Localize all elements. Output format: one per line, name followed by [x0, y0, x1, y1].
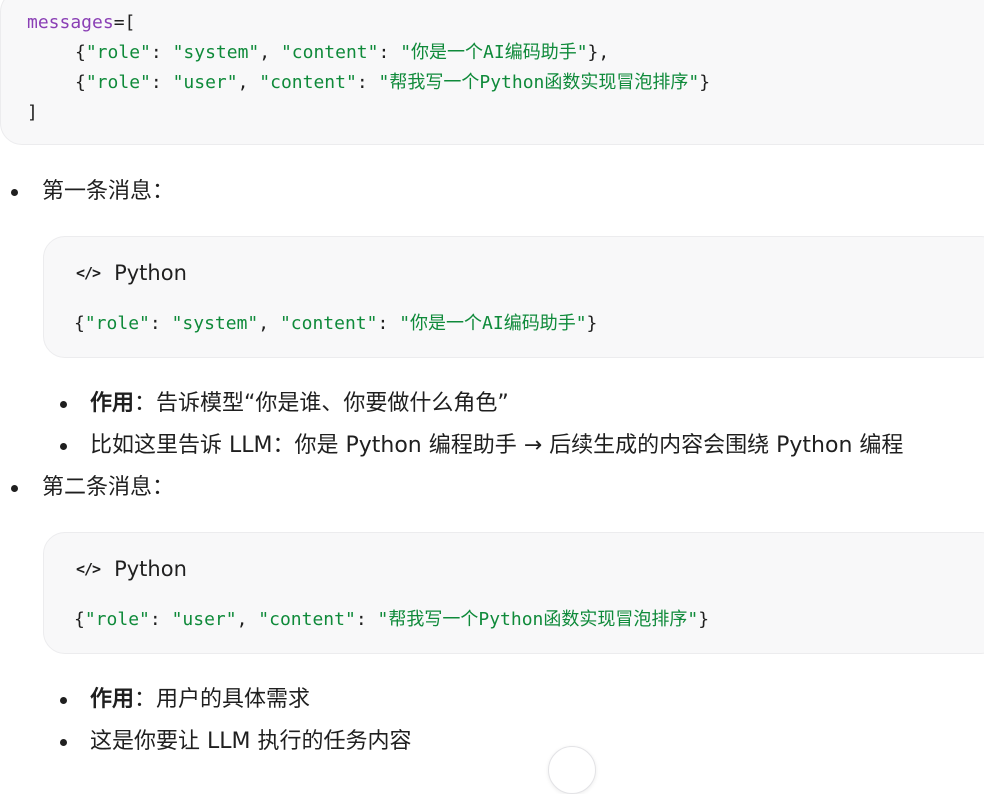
code-icon: </> [76, 264, 101, 282]
code-lang-label: Python [114, 557, 187, 581]
code-line: {"role": "user", "content": "帮我写一个Python… [74, 609, 709, 631]
code-punct: }, [587, 42, 610, 63]
list-item: 这是你要让 LLM 执行的任务内容 [90, 729, 412, 754]
bullet-dot [60, 401, 67, 408]
code-punct: { [75, 42, 86, 63]
list-item-text: ：告诉模型“你是谁、你要做什么角色” [134, 391, 509, 416]
code-line-2: {"role": "system", "content": "你是一个AI编码助… [75, 42, 609, 64]
code-line: {"role": "system", "content": "你是一个AI编码助… [74, 313, 597, 335]
code-punct: } [586, 313, 598, 334]
code-punct: : [378, 42, 401, 63]
code-punct: , [259, 42, 281, 63]
code-punct: : [150, 72, 173, 93]
code-string: "user" [172, 72, 238, 93]
code-line-4: ] [27, 102, 38, 123]
code-string: "帮我写一个Python函数实现冒泡排序" [377, 609, 699, 630]
code-punct: : [149, 313, 172, 334]
code-card-system: </> Python {"role": "system", "content":… [43, 236, 984, 358]
bullet-dot [60, 443, 67, 450]
code-string: "role" [84, 313, 150, 334]
code-punct: , [237, 72, 260, 93]
code-keyword: messages [27, 12, 114, 33]
code-string: "role" [84, 609, 150, 630]
code-string: "role" [85, 72, 151, 93]
code-string: "system" [171, 313, 259, 334]
bullet-dot [11, 189, 18, 196]
code-punct: : [377, 313, 400, 334]
scroll-down-button[interactable] [548, 746, 596, 794]
code-punct: } [699, 72, 711, 93]
bullet-dot [60, 697, 67, 704]
code-punct: , [258, 313, 280, 334]
list-item: 作用：用户的具体需求 [90, 685, 310, 715]
section-title-second: 第二条消息： [42, 475, 175, 500]
list-item-text: ：用户的具体需求 [134, 687, 311, 712]
list-item: 作用：告诉模型“你是谁、你要做什么角色” [90, 389, 509, 419]
code-string: "content" [280, 42, 379, 63]
code-string: "content" [258, 609, 356, 630]
code-line-3: {"role": "user", "content": "帮我写一个Python… [75, 72, 710, 94]
code-punct: : [356, 72, 379, 93]
code-punct: { [75, 72, 86, 93]
code-string: "你是一个AI编码助手" [399, 313, 587, 334]
bullet-dot [11, 485, 18, 492]
code-icon: </> [76, 560, 101, 578]
code-punct: } [698, 609, 710, 630]
code-punct: : [150, 42, 173, 63]
bold-label: 作用 [90, 391, 135, 416]
code-string: "role" [85, 42, 151, 63]
code-card-user: </> Python {"role": "user", "content": "… [43, 532, 984, 654]
code-string: "user" [171, 609, 237, 630]
section-title-first: 第一条消息： [42, 179, 175, 204]
code-string: "帮我写一个Python函数实现冒泡排序" [378, 72, 700, 93]
code-punct: =[ [113, 12, 136, 33]
code-lang-header: </> Python [76, 557, 187, 581]
code-block-messages: messages=[ {"role": "system", "content":… [0, 0, 984, 145]
code-punct: : [355, 609, 378, 630]
bold-label: 作用 [90, 687, 135, 712]
code-line-1: messages=[ [27, 12, 135, 34]
code-punct: , [236, 609, 259, 630]
code-punct: { [74, 609, 85, 630]
code-string: "你是一个AI编码助手" [400, 42, 588, 63]
bullet-dot [60, 739, 67, 746]
code-lang-label: Python [114, 261, 187, 285]
code-punct: { [74, 313, 85, 334]
code-punct: : [149, 609, 172, 630]
code-string: "system" [172, 42, 260, 63]
code-lang-header: </> Python [76, 261, 187, 285]
code-string: "content" [279, 313, 378, 334]
code-string: "content" [259, 72, 357, 93]
list-item: 比如这里告诉 LLM：你是 Python 编程助手 → 后续生成的内容会围绕 P… [90, 433, 904, 458]
